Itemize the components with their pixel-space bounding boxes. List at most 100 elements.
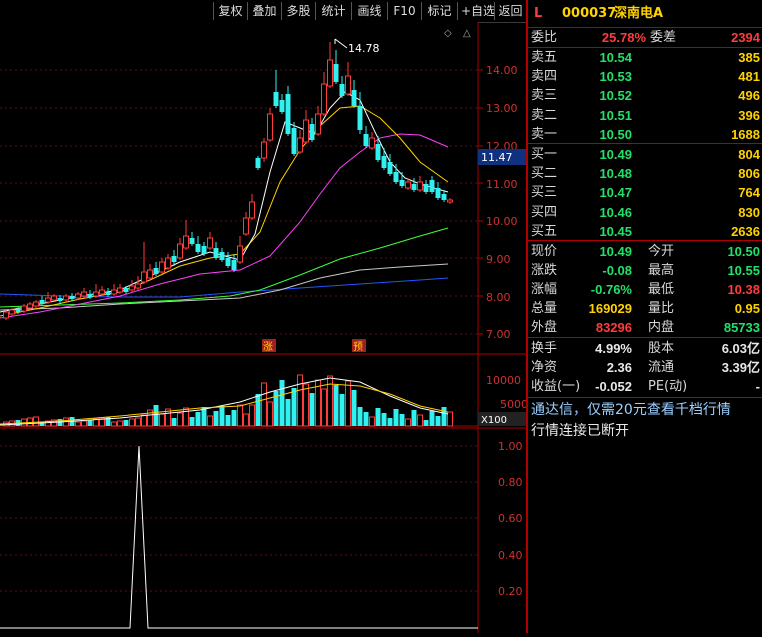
- candle-body: [447, 199, 453, 203]
- bid-price: 10.46: [599, 204, 632, 220]
- stat-value: 4.99%: [595, 341, 632, 356]
- add-watchlist-button[interactable]: +自选: [457, 2, 495, 20]
- stat-row: 净资 2.36 流通 3.39亿: [528, 358, 762, 377]
- volume-bar: [321, 388, 327, 427]
- candle-body: [117, 287, 123, 293]
- candle-body: [237, 245, 243, 263]
- draw-line-button[interactable]: 画线: [351, 2, 387, 20]
- candle-body: [309, 124, 315, 140]
- volume-bar: [387, 418, 393, 426]
- volume-tick: 10000: [486, 374, 521, 387]
- candle-body: [87, 294, 93, 297]
- volume-bar: [339, 394, 345, 426]
- stat-label: 收益(一): [531, 379, 581, 394]
- stat-value: -0.76%: [590, 282, 632, 297]
- candle-body: [261, 141, 267, 159]
- bid-row: 买二 10.48 806: [528, 164, 762, 183]
- fuquan-button[interactable]: 复权: [213, 2, 247, 20]
- candle-body: [141, 271, 147, 283]
- connection-status: 行情连接已断开: [531, 423, 629, 439]
- candle-body: [417, 181, 423, 191]
- ask-price: 10.53: [599, 69, 632, 85]
- ask-price: 10.51: [599, 107, 632, 123]
- candle-body: [177, 243, 183, 259]
- volume-bar: [135, 417, 141, 427]
- ask-volume: 496: [738, 88, 760, 104]
- f10-button[interactable]: F10: [387, 2, 421, 20]
- ask-volume: 1688: [731, 126, 760, 142]
- volume-bar: [369, 416, 375, 427]
- stat-label: 最低: [648, 282, 675, 297]
- volume-bar: [411, 410, 417, 426]
- indicator-tick: 1.00: [498, 440, 523, 453]
- candle-body: [411, 184, 417, 190]
- candle-body: [285, 94, 291, 134]
- mark-button[interactable]: 标记: [421, 2, 457, 20]
- stat-value: -0.052: [595, 379, 632, 394]
- candle-body: [207, 237, 213, 249]
- price-tick: 11.00: [486, 178, 518, 191]
- volume-bar: [237, 404, 243, 427]
- candle-body: [375, 144, 381, 160]
- overlay-button[interactable]: 叠加: [247, 2, 281, 20]
- candle-body: [225, 258, 231, 266]
- candle-body: [189, 238, 195, 244]
- chart-area[interactable]: 14.00 13.00 12.00 11.00 10.00 9.00 8.00 …: [0, 22, 528, 633]
- candle-body: [399, 180, 405, 186]
- ask-label: 卖四: [531, 69, 558, 85]
- kline-chart-svg[interactable]: 14.00 13.00 12.00 11.00 10.00 9.00 8.00 …: [0, 22, 528, 633]
- stat-label: 内盘: [648, 320, 675, 335]
- volume-bar: [243, 413, 249, 427]
- event-marker-zhang[interactable]: 涨: [263, 341, 273, 353]
- bid-row: 买四 10.46 830: [528, 203, 762, 222]
- bid-label: 买一: [531, 147, 558, 162]
- candle-body: [333, 64, 339, 82]
- volume-bar: [231, 410, 237, 426]
- stat-row: 收益(一) -0.052 PE(动) -: [528, 377, 762, 396]
- bid-price: 10.48: [599, 166, 632, 182]
- diamond-icon[interactable]: ◇: [444, 28, 452, 39]
- event-marker-yu[interactable]: 预: [353, 341, 363, 353]
- multi-stock-button[interactable]: 多股: [281, 2, 315, 20]
- candle-body: [165, 257, 171, 269]
- stat-label: 量比: [648, 301, 675, 316]
- ask-row: 卖二 10.51 396: [528, 106, 762, 125]
- stat-label: 总量: [531, 301, 558, 316]
- stat-label: 现价: [531, 244, 558, 259]
- stock-name[interactable]: 深南电A: [614, 0, 663, 27]
- quote-panel: L 000037 深南电A 委比 25.78% 委差 2394 卖五 10.54 3…: [526, 0, 762, 633]
- volume-bar: [111, 421, 117, 427]
- stat-row: 换手 4.99% 股本 6.03亿: [528, 339, 762, 358]
- candle-body: [249, 201, 255, 219]
- volume-bar: [183, 407, 189, 427]
- promo-notice[interactable]: 通达信，仅需20元查看千档行情: [531, 399, 731, 419]
- volume-axis: 10000 5000: [486, 374, 528, 411]
- volume-bar: [303, 383, 309, 427]
- ask-row: 卖一 10.50 1688: [528, 125, 762, 144]
- stat-value: -0.08: [602, 263, 632, 278]
- candle-body: [303, 119, 309, 143]
- candle-body: [291, 128, 297, 154]
- stat-value: 85733: [723, 320, 760, 335]
- bid-label: 买三: [531, 185, 558, 201]
- flag-label: L: [534, 6, 543, 21]
- stock-code: 000037: [562, 6, 617, 21]
- candle-body: [159, 261, 165, 273]
- candle-body: [429, 180, 435, 192]
- candle-body: [57, 298, 63, 301]
- volume-bar: [177, 412, 183, 427]
- candle-body: [327, 59, 333, 87]
- volume-bar: [123, 420, 129, 426]
- volume-unit: X100: [481, 415, 507, 426]
- candle-body: [213, 248, 219, 258]
- triangle-icon[interactable]: △: [463, 28, 471, 39]
- back-button[interactable]: 返回: [494, 2, 526, 20]
- price-tick: 14.00: [486, 64, 518, 77]
- candle-body: [387, 162, 393, 174]
- stat-value: 0.95: [734, 301, 760, 316]
- statistics-button[interactable]: 统计: [315, 2, 351, 20]
- candle-body: [69, 296, 75, 299]
- candle-body: [27, 303, 33, 309]
- volume-bar: [381, 413, 387, 426]
- ratio-label: 委比: [531, 30, 558, 45]
